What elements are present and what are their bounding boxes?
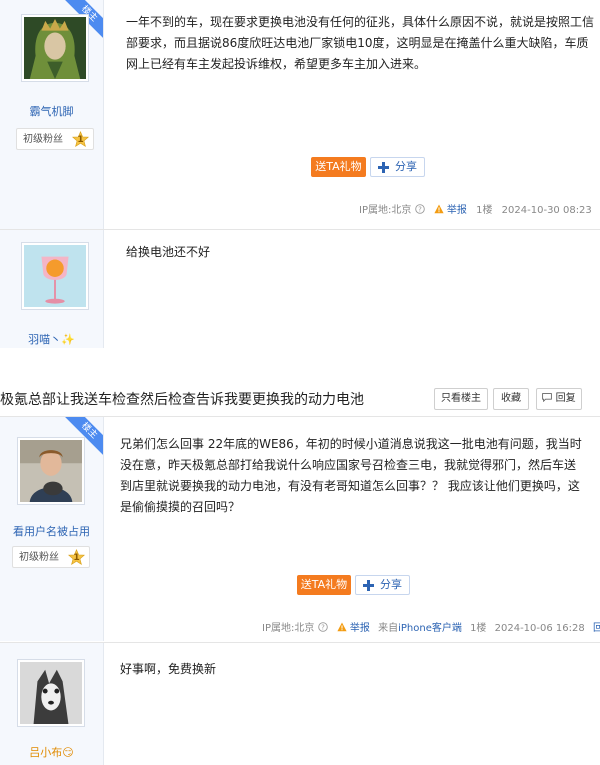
svg-text:?: ? — [418, 206, 422, 214]
favorite-button[interactable]: 收藏 — [493, 388, 529, 410]
reply-link[interactable]: 回复 — [593, 623, 600, 634]
username[interactable]: 霸气机脚 — [0, 103, 103, 119]
post-meta: IP属地:北京 ? 举报 来自iPhone客户端 1楼 2024-10-06 1… — [262, 619, 600, 634]
post-content: 兄弟们怎么回事 22年底的WE86，年初的时候小道消息说我这一批电池有问题，我当… — [120, 437, 582, 514]
floor-number: 1楼 — [470, 623, 487, 634]
username[interactable]: 羽喵丶✨ — [0, 331, 103, 347]
post-content: 给换电池还不好 — [126, 245, 211, 259]
username[interactable]: 吕小布😏 — [0, 744, 103, 760]
avatar[interactable] — [17, 437, 85, 505]
fan-label: 初级粉丝 — [23, 134, 63, 145]
fan-badge[interactable]: 初级粉丝 1 — [16, 128, 94, 150]
help-icon[interactable]: ? — [414, 204, 425, 214]
help-icon[interactable]: ? — [317, 622, 328, 632]
comment-icon — [542, 393, 553, 403]
fan-level-icon: 1 — [67, 548, 86, 566]
gift-button[interactable]: 送TA礼物 — [311, 157, 366, 177]
post-time: 2024-10-06 16:28 — [494, 623, 585, 634]
post-content: 好事啊，免费换新 — [120, 662, 217, 676]
fan-level-icon: 1 — [71, 130, 90, 148]
source-client-link[interactable]: iPhone客户端 — [398, 623, 462, 634]
ip-location: IP属地:北京 — [262, 623, 315, 634]
plus-icon — [363, 580, 374, 591]
only-owner-button[interactable]: 只看楼主 — [434, 388, 488, 410]
reply-button-label: 回复 — [555, 393, 576, 404]
reply-button[interactable]: 回复 — [536, 388, 582, 410]
plus-icon — [378, 162, 389, 173]
report-link[interactable]: 举报 — [350, 623, 370, 634]
fan-label: 初级粉丝 — [19, 552, 59, 563]
warning-icon — [434, 204, 444, 214]
avatar[interactable] — [21, 242, 89, 310]
fan-badge[interactable]: 初级粉丝 1 — [12, 546, 90, 568]
source-prefix: 来自 — [378, 623, 399, 634]
avatar[interactable] — [21, 14, 89, 82]
post-time: 2024-10-30 08:23 — [501, 205, 592, 216]
thread-title: 极氪总部让我送车检查然后检查告诉我要更换我的动力电池 — [0, 392, 364, 408]
post-meta: IP属地:北京 ? 举报 1楼 2024-10-30 08:23 回复 — [359, 201, 600, 216]
share-label: 分享 — [380, 578, 402, 591]
share-button[interactable]: 分享 — [355, 575, 410, 595]
avatar[interactable] — [17, 659, 85, 727]
report-link[interactable]: 举报 — [447, 205, 467, 216]
post-content: 一年不到的车，现在要求更换电池没有任何的征兆，具体什么原因不说，就说是按照工信部… — [126, 15, 595, 71]
ip-location: IP属地:北京 — [359, 205, 412, 216]
username[interactable]: 看用户名被占用 — [0, 523, 103, 539]
svg-text:?: ? — [321, 624, 325, 632]
gift-button[interactable]: 送TA礼物 — [297, 575, 351, 595]
share-label: 分享 — [395, 160, 417, 173]
share-button[interactable]: 分享 — [370, 157, 425, 177]
warning-icon — [337, 622, 347, 632]
floor-number: 1楼 — [476, 205, 493, 216]
